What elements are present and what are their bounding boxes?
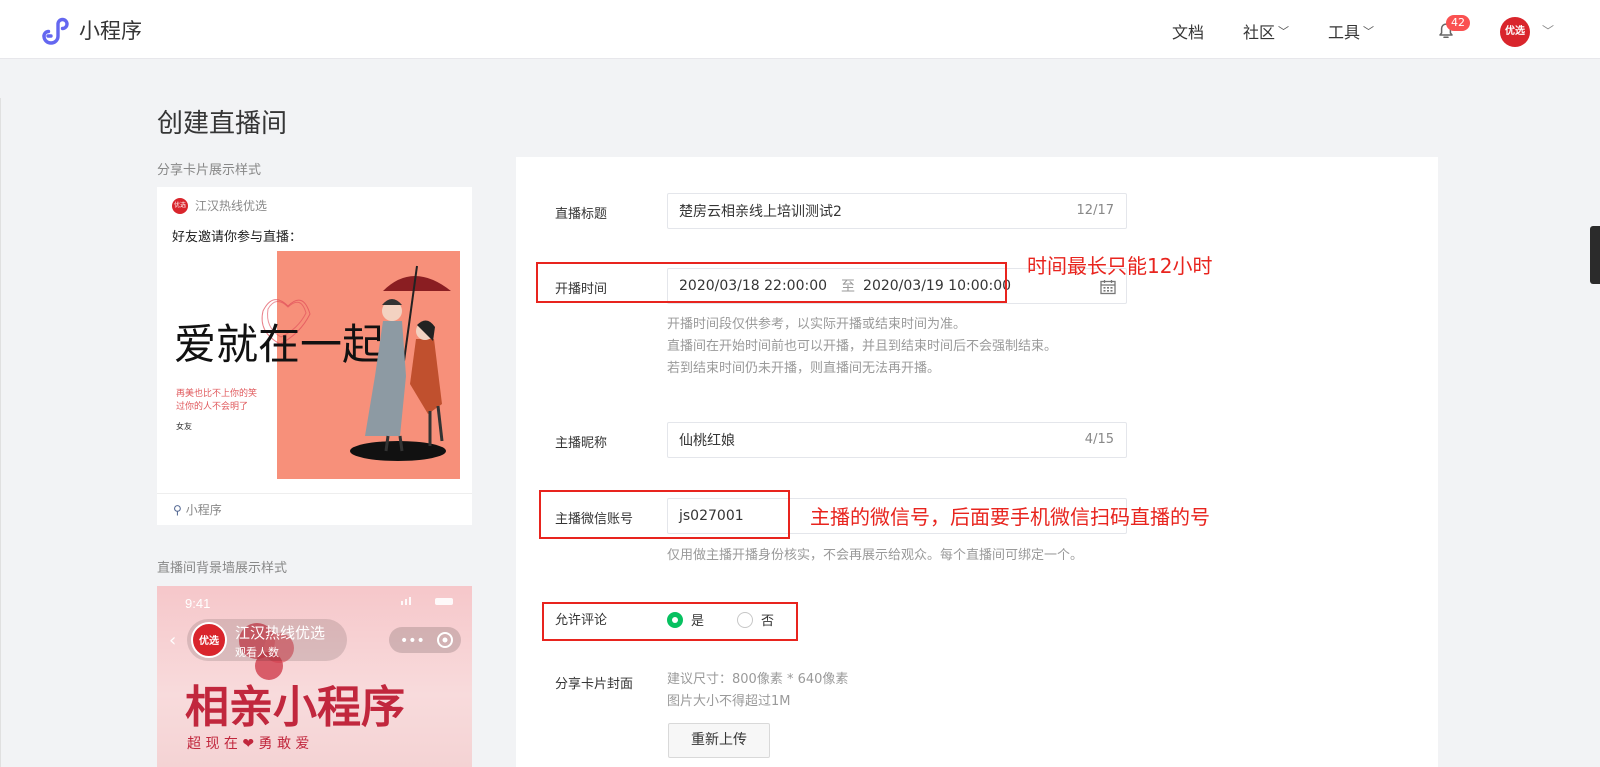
status-icons [401, 597, 453, 605]
nav-docs-label: 文档 [1172, 23, 1205, 42]
wechat-annotation-box [539, 490, 790, 539]
chevron-down-icon: ﹀ [1363, 25, 1375, 38]
phone-time: 9:41 [185, 596, 210, 611]
top-header: 小程序 文档 社区 ﹀ 工具 ﹀ 42 优选 ﹀ [0, 0, 1600, 59]
nav-docs[interactable]: 文档 [1172, 19, 1204, 43]
card-cover-image: 爱就在一起 再美也比不上你的笑 过你的人不会明了 女友 [168, 251, 460, 479]
account-logo: 优选 [172, 197, 188, 214]
poster-title: 爱就在一起 [174, 320, 384, 369]
poster-caption-1: 再美也比不上你的笑 [176, 387, 257, 399]
card-footer: ⚲ 小程序 [157, 493, 472, 525]
card-invite-text: 好友邀请你参与直播： [172, 230, 303, 245]
mini-program-link-icon: ⚲ [173, 502, 182, 517]
nav-community[interactable]: 社区 ﹀ [1243, 19, 1289, 43]
nickname-label: 主播昵称 [555, 436, 608, 451]
wall-viewers-label: 观看人数 [235, 645, 279, 659]
chevron-down-icon: ﹀ [1278, 25, 1290, 38]
nav-tools[interactable]: 工具 ﹀ [1328, 19, 1374, 43]
page-title: 创建直播间 [157, 109, 288, 139]
title-counter: 12/17 [1076, 203, 1114, 218]
poster-caption-3: 女友 [176, 421, 192, 431]
nickname-input-value: 仙桃红娘 [679, 433, 735, 449]
wall-banner-title: 相亲小程序 [185, 682, 405, 733]
wall-account-name: 江汉热线优选 [235, 624, 325, 642]
reupload-button[interactable]: 重新上传 [668, 723, 770, 758]
comment-annotation-box [542, 602, 798, 641]
cover-hint-line-2: 图片大小不得超过1M [667, 694, 791, 709]
calendar-icon[interactable] [1099, 278, 1117, 296]
time-hint-line-2: 直播间在开始时间前也可以开播，并且到结束时间后不会强制结束。 [667, 339, 1058, 354]
logo[interactable]: 小程序 [38, 14, 142, 46]
time-annotation-box [536, 262, 1007, 303]
svg-text:优选: 优选 [199, 634, 219, 647]
share-card-preview: 优选 江汉热线优选 好友邀请你参与直播： 爱就在一起 再美也比不上你的笑 过你的… [157, 187, 472, 525]
wechat-hint: 仅用做主播开播身份核实，不会再展示给观众。每个直播间可绑定一个。 [667, 548, 1084, 563]
chevron-down-icon[interactable]: ﹀ [1542, 22, 1554, 39]
avatar[interactable]: 优选 [1500, 17, 1530, 47]
app-name: 小程序 [79, 19, 142, 43]
title-input[interactable]: 楚房云相亲线上培训测试2 12/17 [667, 193, 1127, 229]
background-wall-section-label: 直播间背景墙展示样式 [157, 561, 288, 576]
background-wall-preview: 9:41 ‹ 优选 江汉热线优选 观看人数 ••• 相亲小程序 超 现 在 ❤ … [157, 586, 472, 767]
cover-hint: 建议尺寸：800像素 * 640像素 图片大小不得超过1M [667, 669, 848, 713]
background-wall-illustration: 9:41 ‹ 优选 江汉热线优选 观看人数 ••• 相亲小程序 超 现 在 ❤ … [169, 596, 461, 752]
wall-banner-slogan: 超 现 在 ❤ 勇 敢 爱 [187, 736, 309, 752]
card-account-name: 江汉热线优选 [195, 199, 268, 213]
title-input-value: 楚房云相亲线上培训测试2 [679, 204, 842, 220]
nickname-counter: 4/15 [1084, 432, 1114, 447]
time-annotation-text: 时间最长只能12小时 [1027, 254, 1213, 278]
time-hint-line-3: 若到结束时间仍未开播，则直播间无法再开播。 [667, 361, 941, 376]
time-hint-line-1: 开播时间段仅供参考，以实际开播或结束时间为准。 [667, 317, 967, 332]
poster-caption-2: 过你的人不会明了 [176, 400, 248, 412]
mini-program-logo-icon [42, 17, 69, 45]
nav-community-label: 社区 [1243, 23, 1276, 42]
form-panel [516, 157, 1438, 767]
nickname-input[interactable]: 仙桃红娘 4/15 [667, 422, 1127, 458]
left-divider [0, 98, 1, 767]
card-footer-label: 小程序 [185, 503, 222, 517]
card-header: 优选 江汉热线优选 [172, 197, 267, 214]
cover-hint-line-1: 建议尺寸：800像素 * 640像素 [667, 672, 849, 687]
time-hint: 开播时间段仅供参考，以实际开播或结束时间为准。 直播间在开始时间前也可以开播，并… [667, 314, 1057, 380]
svg-text:‹: ‹ [169, 630, 176, 651]
nav-tools-label: 工具 [1328, 23, 1361, 42]
cover-label: 分享卡片封面 [555, 677, 634, 692]
notification-badge: 42 [1446, 15, 1470, 31]
svg-text:•••: ••• [400, 633, 425, 649]
title-label: 直播标题 [555, 207, 608, 222]
cover-illustration: 爱就在一起 再美也比不上你的笑 过你的人不会明了 女友 [174, 251, 460, 479]
wechat-annotation-text: 主播的微信号，后面要手机微信扫码直播的号 [810, 505, 1210, 529]
share-card-section-label: 分享卡片展示样式 [157, 163, 262, 178]
scrollbar[interactable] [1590, 226, 1600, 284]
